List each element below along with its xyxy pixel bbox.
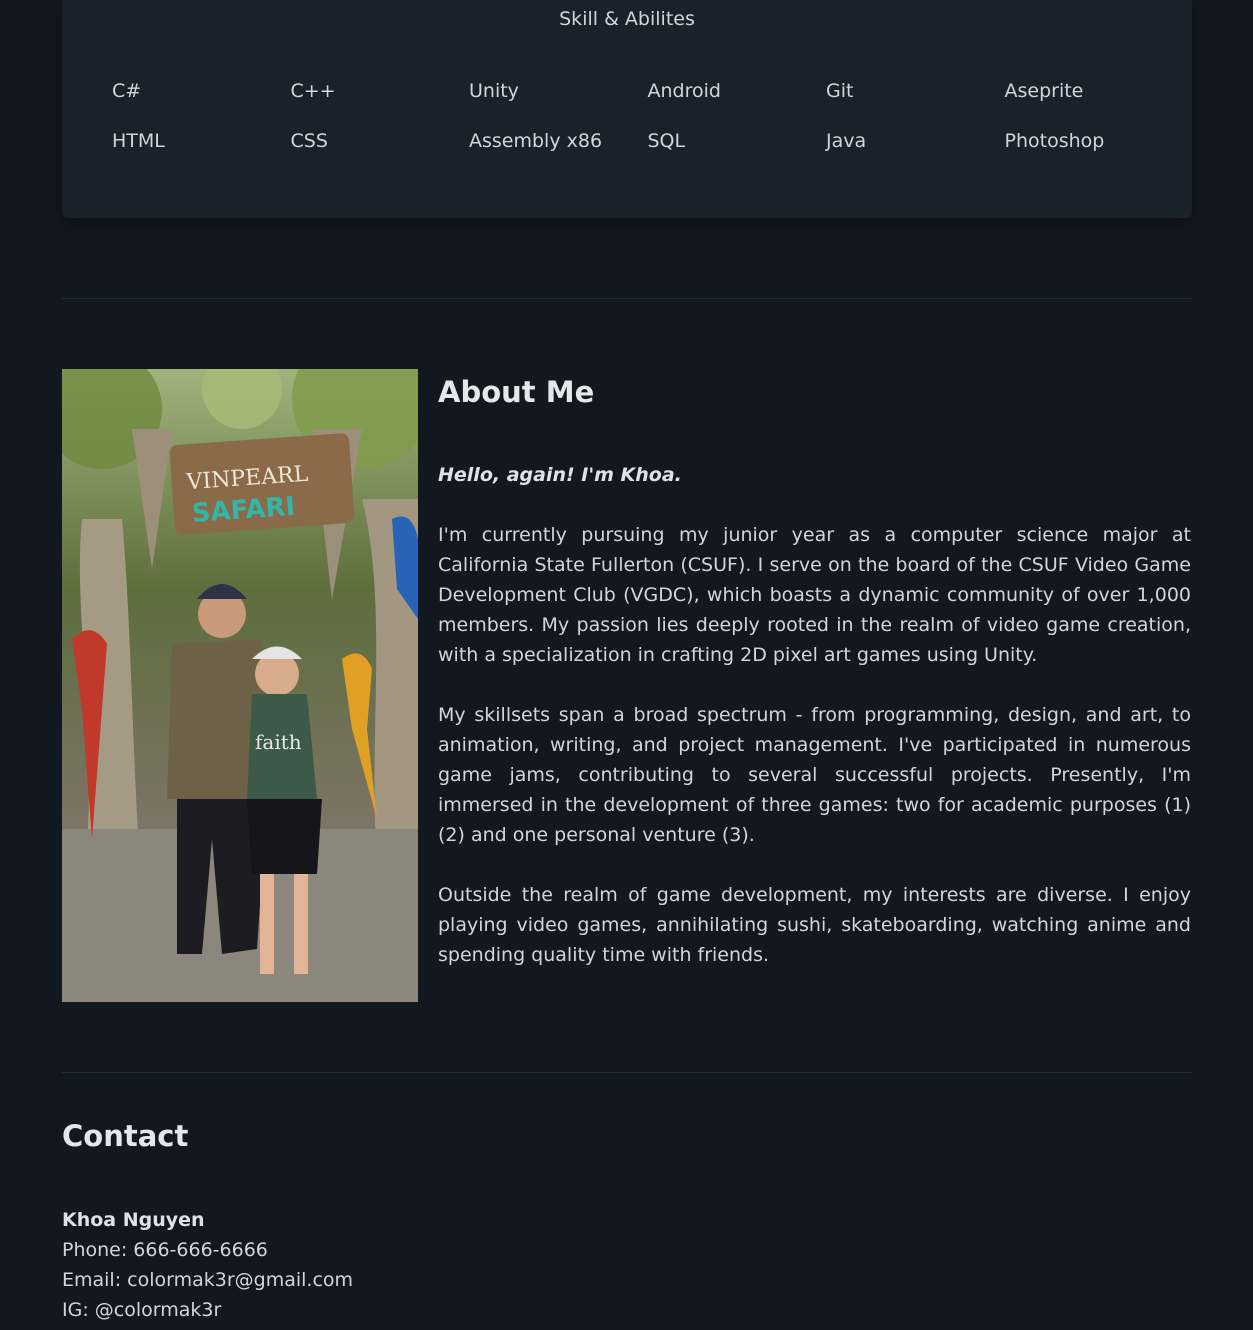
- skill-item: Aseprite: [1004, 80, 1084, 102]
- skill-item: C#: [112, 80, 142, 102]
- skill-item: Android: [647, 80, 721, 102]
- contact-instagram: IG: @colormak3r: [62, 1299, 222, 1321]
- contact-name: Khoa Nguyen: [62, 1209, 205, 1231]
- page: Skill & Abilites C# C++ Unity Android Gi…: [0, 0, 1253, 1330]
- contact-email: Email: colormak3r@gmail.com: [62, 1269, 354, 1291]
- skill-item: CSS: [290, 130, 328, 152]
- about-paragraph: My skillsets span a broad spectrum - fro…: [438, 704, 1191, 846]
- about-section: About Me Hello, again! I'm Khoa. I'm cur…: [438, 370, 1191, 970]
- shirt-text: faith: [255, 730, 302, 754]
- about-greeting: Hello, again! I'm Khoa.: [438, 464, 682, 486]
- contact-heading: Contact: [62, 1119, 189, 1153]
- skills-grid: C# C++ Unity Android Git Aseprite HTML C…: [112, 76, 1172, 176]
- about-heading: About Me: [438, 375, 595, 409]
- section-divider: [62, 298, 1192, 299]
- contact-section: Contact Khoa Nguyen Phone: 666-666-6666 …: [62, 1114, 662, 1325]
- skill-item: Unity: [469, 80, 519, 102]
- skills-title: Skill & Abilites: [559, 8, 695, 30]
- skill-item: Git: [826, 80, 854, 102]
- skill-item: C++: [290, 80, 336, 102]
- skill-item: HTML: [112, 130, 165, 152]
- section-divider: [62, 1072, 1192, 1073]
- contact-phone: Phone: 666-666-6666: [62, 1239, 268, 1261]
- skill-item: Assembly x86: [469, 130, 603, 152]
- skill-item: SQL: [647, 130, 686, 152]
- skills-card: Skill & Abilites C# C++ Unity Android Gi…: [62, 0, 1192, 218]
- skill-item: Photoshop: [1004, 130, 1105, 152]
- about-paragraph: I'm currently pursuing my junior year as…: [438, 524, 1191, 666]
- about-paragraph: Outside the realm of game development, m…: [438, 884, 1191, 966]
- profile-photo: VINPEARL SAFARI faith: [62, 369, 418, 1002]
- skill-item: Java: [826, 130, 867, 152]
